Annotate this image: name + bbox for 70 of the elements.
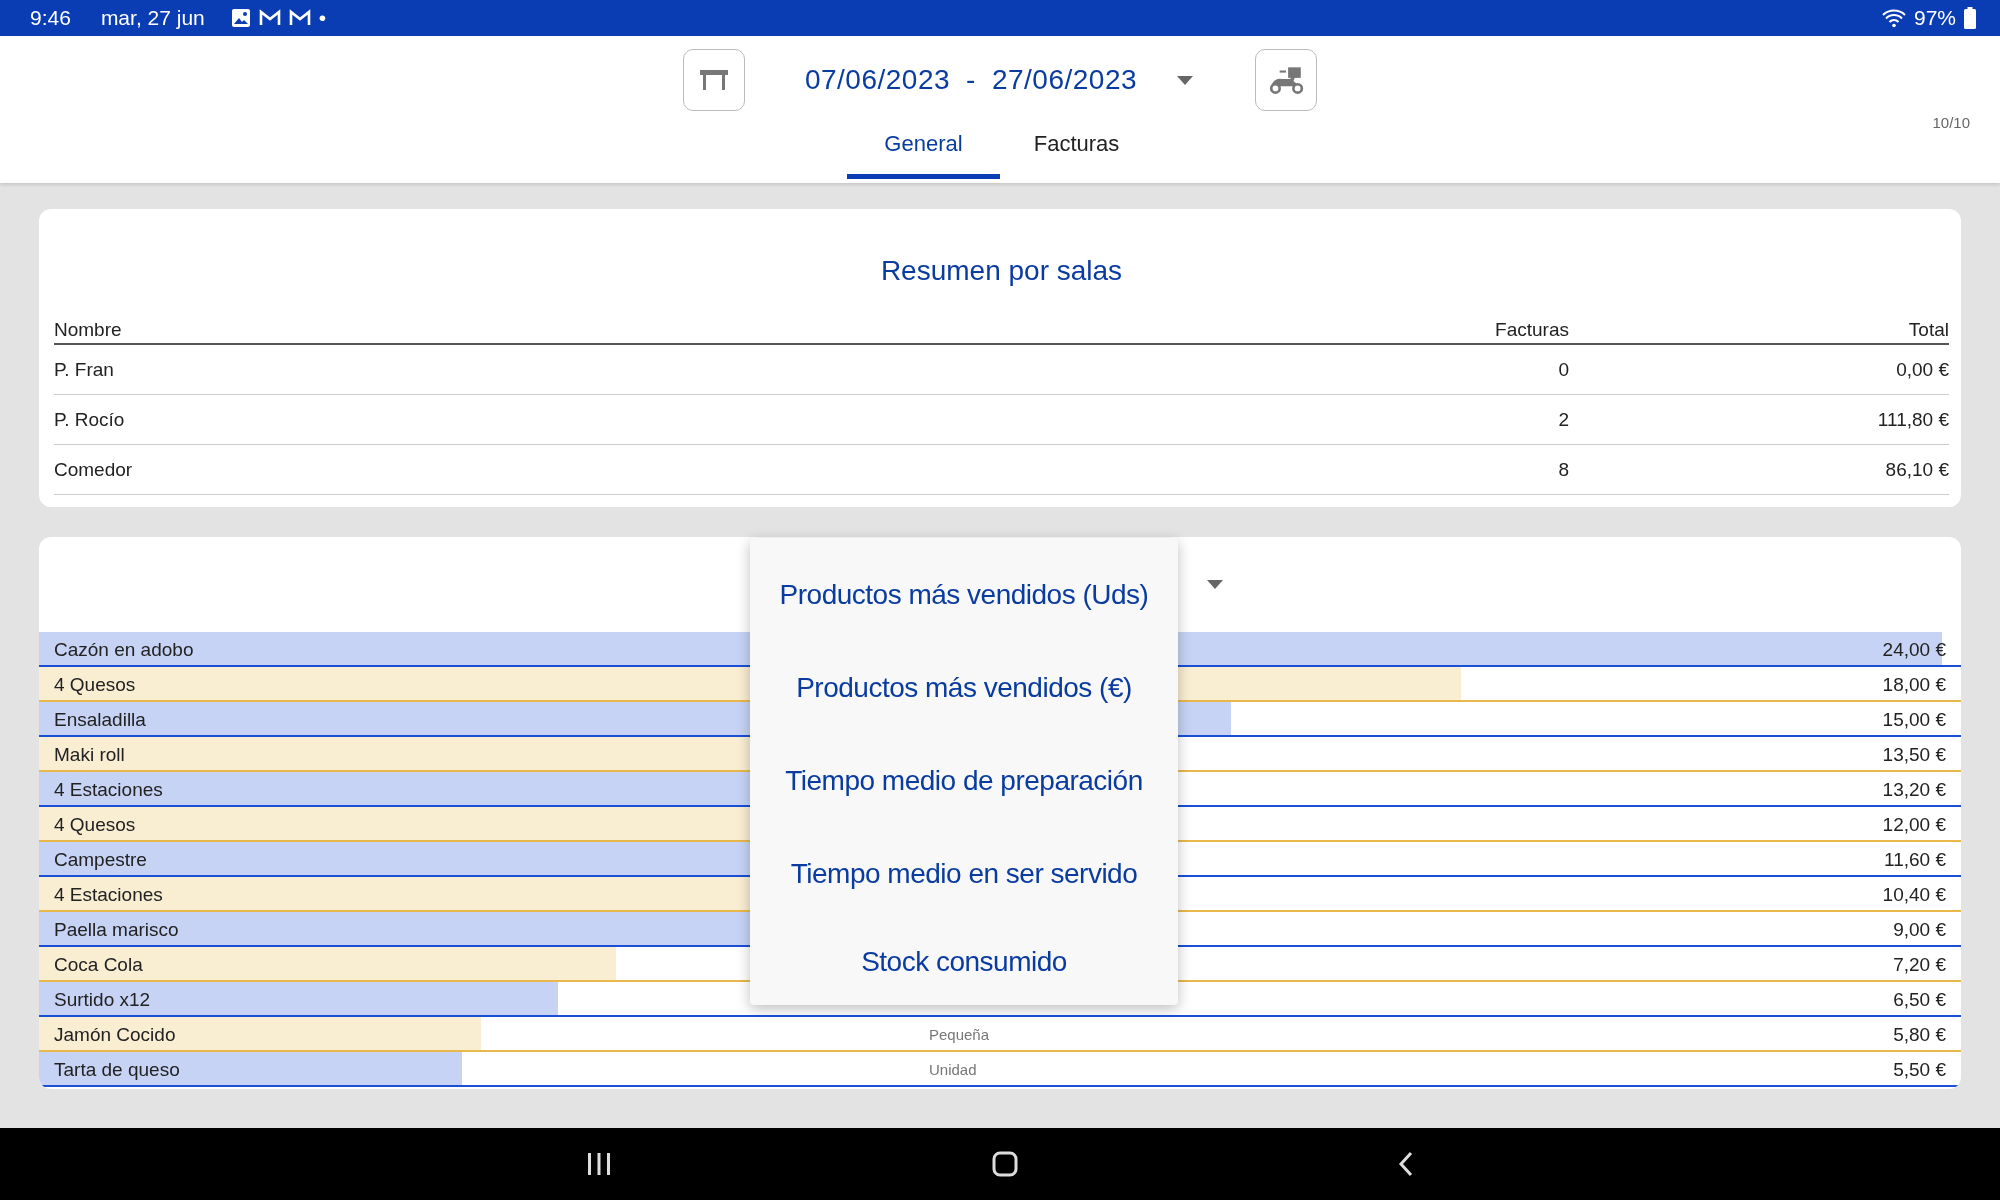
product-amount: 7,20 € xyxy=(1893,953,1946,976)
product-name: Ensaladilla xyxy=(54,708,146,731)
menu-option[interactable]: Tiempo medio de preparación xyxy=(750,734,1178,827)
product-name: Surtido x12 xyxy=(54,988,151,1011)
image-icon xyxy=(230,8,251,28)
table-cell-text: P. Rocío xyxy=(54,408,126,431)
product-amount: 9,00 € xyxy=(1893,918,1946,941)
table-cell-text: 0,00 € xyxy=(1895,358,1949,381)
table-cell-text: P. Fran xyxy=(54,358,115,381)
notification-dot: • xyxy=(318,6,327,30)
dropdown-caret-icon[interactable] xyxy=(1177,75,1194,85)
product-name: 4 Estaciones xyxy=(54,883,163,906)
table-button[interactable] xyxy=(682,49,745,111)
menu-option[interactable]: Tiempo medio en ser servido xyxy=(750,827,1178,920)
tab[interactable]: General xyxy=(847,120,1000,179)
table-icon xyxy=(698,68,729,92)
menu-option[interactable]: Productos más vendidos (Uds) xyxy=(750,548,1178,641)
back-icon[interactable] xyxy=(1398,1151,1414,1177)
menu-option[interactable]: Stock consumido xyxy=(750,920,1178,1003)
start-date[interactable]: 07/06/2023 xyxy=(804,64,951,96)
home-icon[interactable] xyxy=(992,1151,1018,1177)
product-name: Paella marisco xyxy=(54,918,179,941)
product-name: Coca Cola xyxy=(54,953,143,976)
product-unit: Pequeña xyxy=(928,1026,990,1043)
product-amount: 18,00 € xyxy=(1882,673,1946,696)
table-cell-text: 2 xyxy=(1557,408,1569,431)
date-separator: - xyxy=(966,64,976,96)
scooter-icon xyxy=(1267,65,1306,95)
column-header: Nombre xyxy=(54,319,123,341)
status-time: 9:46 xyxy=(30,6,71,30)
status-date: mar, 27 jun xyxy=(100,6,205,30)
column-header: Total xyxy=(1907,319,1949,341)
product-amount: 6,50 € xyxy=(1893,988,1946,1011)
wifi-icon xyxy=(1881,8,1906,28)
table-cell-text: 86,10 € xyxy=(1884,458,1949,481)
product-amount: 5,80 € xyxy=(1893,1023,1946,1046)
mail-icon xyxy=(288,9,311,27)
product-amount: 13,50 € xyxy=(1882,743,1946,766)
delivery-button[interactable] xyxy=(1255,49,1318,111)
product-name: Maki roll xyxy=(54,743,125,766)
product-unit: Unidad xyxy=(928,1061,977,1078)
product-amount: 10,40 € xyxy=(1882,883,1946,906)
product-name: Jamón Cocido xyxy=(54,1023,176,1046)
product-name: 4 Quesos xyxy=(54,673,136,696)
table-cell-text: 0 xyxy=(1557,358,1569,381)
product-amount: 13,20 € xyxy=(1882,778,1946,801)
battery-icon xyxy=(1964,7,1976,29)
product-amount: 15,00 € xyxy=(1882,708,1946,731)
menu-option[interactable]: Productos más vendidos (€) xyxy=(750,641,1178,734)
page-counter: 10/10 xyxy=(1932,114,1970,131)
table-cell-text: 8 xyxy=(1557,458,1569,481)
dropdown-caret-icon[interactable] xyxy=(1207,580,1223,589)
end-date[interactable]: 27/06/2023 xyxy=(991,64,1138,96)
table-cell-text: Comedor xyxy=(54,458,134,481)
table-cell-text: 111,80 € xyxy=(1876,408,1949,431)
product-name: Tarta de queso xyxy=(54,1058,180,1081)
recent-apps-icon[interactable] xyxy=(586,1152,612,1176)
product-amount: 12,00 € xyxy=(1882,813,1946,836)
battery-percent: 97% xyxy=(1913,6,1956,30)
product-amount: 24,00 € xyxy=(1882,638,1946,661)
tab[interactable]: Facturas xyxy=(1000,120,1153,179)
product-name: 4 Estaciones xyxy=(54,778,163,801)
card-title: Resumen por salas xyxy=(879,254,1124,288)
product-name: Cazón en adobo xyxy=(54,638,194,661)
product-amount: 5,50 € xyxy=(1893,1058,1946,1081)
product-amount: 11,60 € xyxy=(1884,848,1946,871)
product-name: Campestre xyxy=(54,848,147,871)
product-name: 4 Quesos xyxy=(54,813,136,836)
mail-icon xyxy=(258,9,281,27)
column-header: Facturas xyxy=(1494,319,1569,341)
